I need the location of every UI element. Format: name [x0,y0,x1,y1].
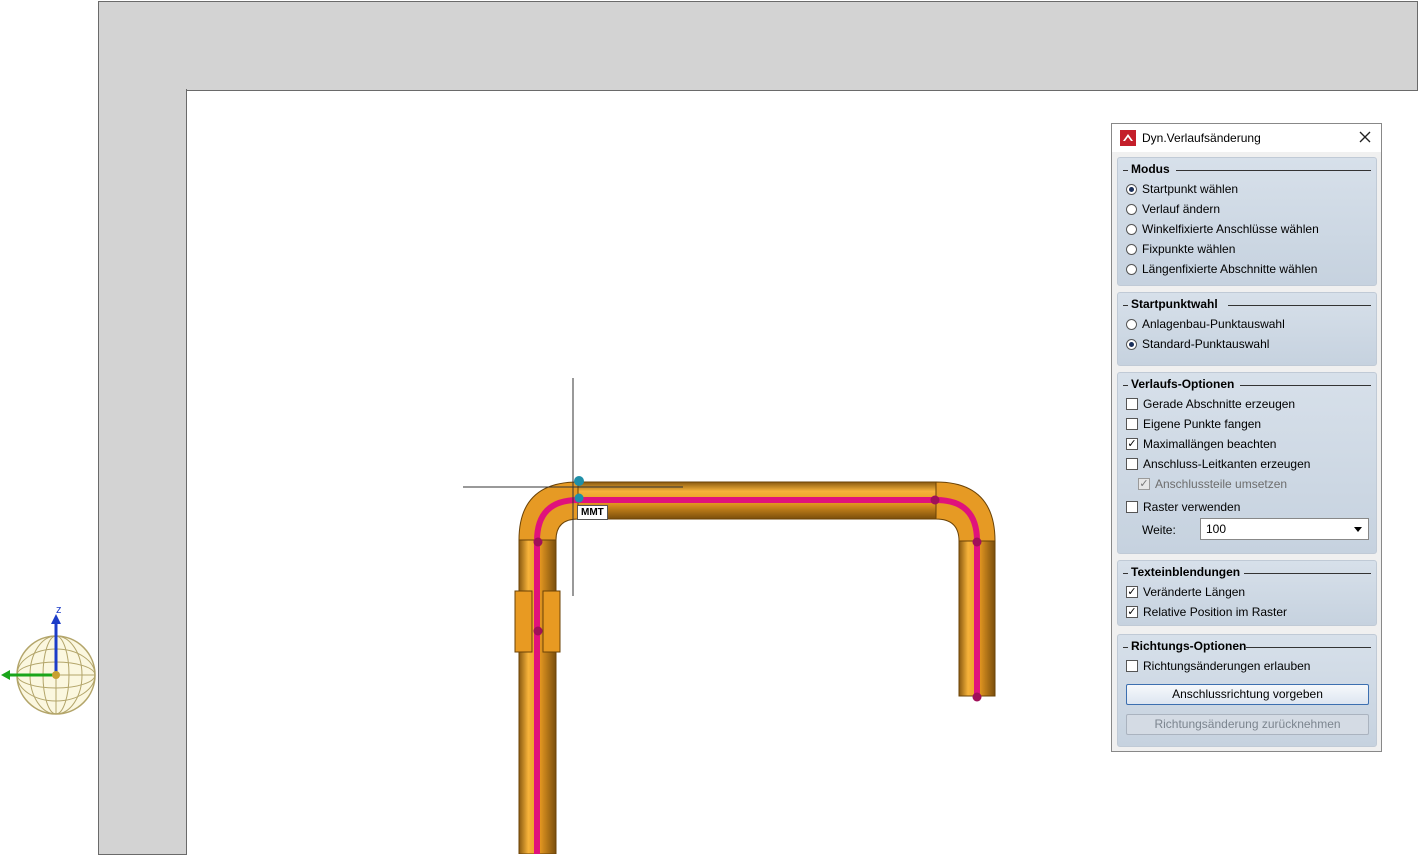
anschlussrichtung-vorgeben-button[interactable]: Anschlussrichtung vorgeben [1126,684,1369,705]
pipe-sleeve-left [514,590,533,653]
checkbox-label: Richtungsänderungen erlauben [1143,659,1311,673]
radio-anlagenbau-punktauswahl[interactable]: Anlagenbau-Punktauswahl [1118,314,1376,334]
route-node[interactable] [930,495,940,505]
group-texteinblendungen: Texteinblendungen ✓ Veränderte Längen ✓ Re… [1117,560,1377,626]
checkbox-label: Anschlussteile umsetzen [1155,477,1288,491]
orientation-globe[interactable]: z [1,604,96,715]
checkmark-icon: ✓ [1126,606,1138,618]
group-modus: Modus Startpunkt wählen Verlauf ändern W… [1117,157,1377,286]
radio-icon [1126,203,1137,215]
radio-label: Verlauf ändern [1142,202,1221,216]
app-icon [1120,130,1136,146]
group-title: Verlaufs-Optionen [1131,377,1235,391]
radio-startpunkt-waehlen[interactable]: Startpunkt wählen [1118,179,1376,199]
group-title: Startpunktwahl [1131,297,1218,311]
route-node[interactable] [533,626,543,636]
pipe-centerline [534,497,980,854]
route-node[interactable] [972,692,982,702]
radio-label: Startpunkt wählen [1142,182,1239,196]
checkbox-icon [1126,398,1138,410]
radio-winkelfixierte-anschluesse[interactable]: Winkelfixierte Anschlüsse wählen [1118,219,1376,239]
weite-label: Weite: [1142,523,1176,537]
radio-standard-punktauswahl[interactable]: Standard-Punktauswahl [1118,334,1376,354]
radio-icon [1126,338,1137,350]
panel-titlebar: Dyn.Verlaufsänderung [1112,124,1381,152]
checkbox-icon [1126,660,1138,672]
group-richtungs-optionen: Richtungs-Optionen Richtungsänderungen e… [1117,634,1377,747]
check-maximallaengen[interactable]: ✓ Maximallängen beachten [1118,434,1376,454]
checkbox-label: Veränderte Längen [1143,585,1246,599]
checkmark-icon: ✓ [1126,438,1138,450]
radio-icon [1126,183,1137,195]
check-anschluss-leitkanten[interactable]: Anschluss-Leitkanten erzeugen [1118,454,1376,474]
group-title: Richtungs-Optionen [1131,639,1247,653]
group-title: Texteinblendungen [1131,565,1241,579]
check-veraenderte-laengen[interactable]: ✓ Veränderte Längen [1118,582,1376,602]
route-node[interactable] [533,537,543,547]
start-node[interactable] [574,476,584,486]
richtungsaenderung-zuruecknehmen-button: Richtungsänderung zurücknehmen [1126,714,1369,735]
radio-icon [1126,223,1137,235]
check-gerade-abschnitte[interactable]: Gerade Abschnitte erzeugen [1118,394,1376,414]
radio-fixpunkte-waehlen[interactable]: Fixpunkte wählen [1118,239,1376,259]
check-raster-verwenden[interactable]: Raster verwenden [1118,497,1376,517]
check-eigene-punkte[interactable]: Eigene Punkte fangen [1118,414,1376,434]
weite-dropdown[interactable]: 100 [1200,518,1369,540]
checkbox-label: Gerade Abschnitte erzeugen [1143,397,1296,411]
crosshair-cursor [463,378,683,596]
z-axis-label: z [56,604,62,616]
mmt-label: MMT [577,505,608,520]
checkbox-label: Eigene Punkte fangen [1143,417,1262,431]
start-node[interactable] [574,493,584,503]
radio-laengenfixierte-abschnitte[interactable]: Längenfixierte Abschnitte wählen [1118,259,1376,279]
radio-icon [1126,318,1137,330]
checkbox-label: Relative Position im Raster [1143,605,1288,619]
checkbox-label: Raster verwenden [1143,500,1241,514]
route-node[interactable] [972,537,982,547]
check-relative-position[interactable]: ✓ Relative Position im Raster [1118,602,1376,622]
radio-label: Standard-Punktauswahl [1142,337,1270,351]
checkbox-label: Maximallängen beachten [1143,437,1277,451]
checkbox-icon [1126,418,1138,430]
chevron-down-icon [1354,527,1362,532]
check-richtungsaenderungen[interactable]: Richtungsänderungen erlauben [1118,656,1376,676]
group-startpunktwahl: Startpunktwahl Anlagenbau-Punktauswahl S… [1117,292,1377,366]
checkmark-icon: ✓ [1126,586,1138,598]
checkbox-label: Anschluss-Leitkanten erzeugen [1143,457,1311,471]
radio-icon [1126,243,1137,255]
radio-label: Anlagenbau-Punktauswahl [1142,317,1285,331]
radio-label: Fixpunkte wählen [1142,242,1236,256]
dyn-verlaufsaenderung-panel: Dyn.Verlaufsänderung Modus Startpunkt wä… [1111,123,1382,752]
weite-value: 100 [1206,522,1227,536]
weite-row: Weite: 100 [1118,517,1376,543]
radio-verlauf-aendern[interactable]: Verlauf ändern [1118,199,1376,219]
check-anschlussteile-umsetzen: ✓ Anschlussteile umsetzen [1118,474,1376,494]
close-icon[interactable] [1357,129,1373,145]
pipe-sleeve-right [542,590,561,653]
checkbox-icon [1126,458,1138,470]
group-verlaufs-optionen: Verlaufs-Optionen Gerade Abschnitte erze… [1117,372,1377,554]
radio-label: Winkelfixierte Anschlüsse wählen [1142,222,1319,236]
panel-title: Dyn.Verlaufsänderung [1142,131,1261,145]
radio-label: Längenfixierte Abschnitte wählen [1142,262,1318,276]
checkbox-icon [1126,501,1138,513]
group-title: Modus [1131,162,1170,176]
radio-icon [1126,263,1137,275]
checkmark-icon: ✓ [1138,478,1150,490]
